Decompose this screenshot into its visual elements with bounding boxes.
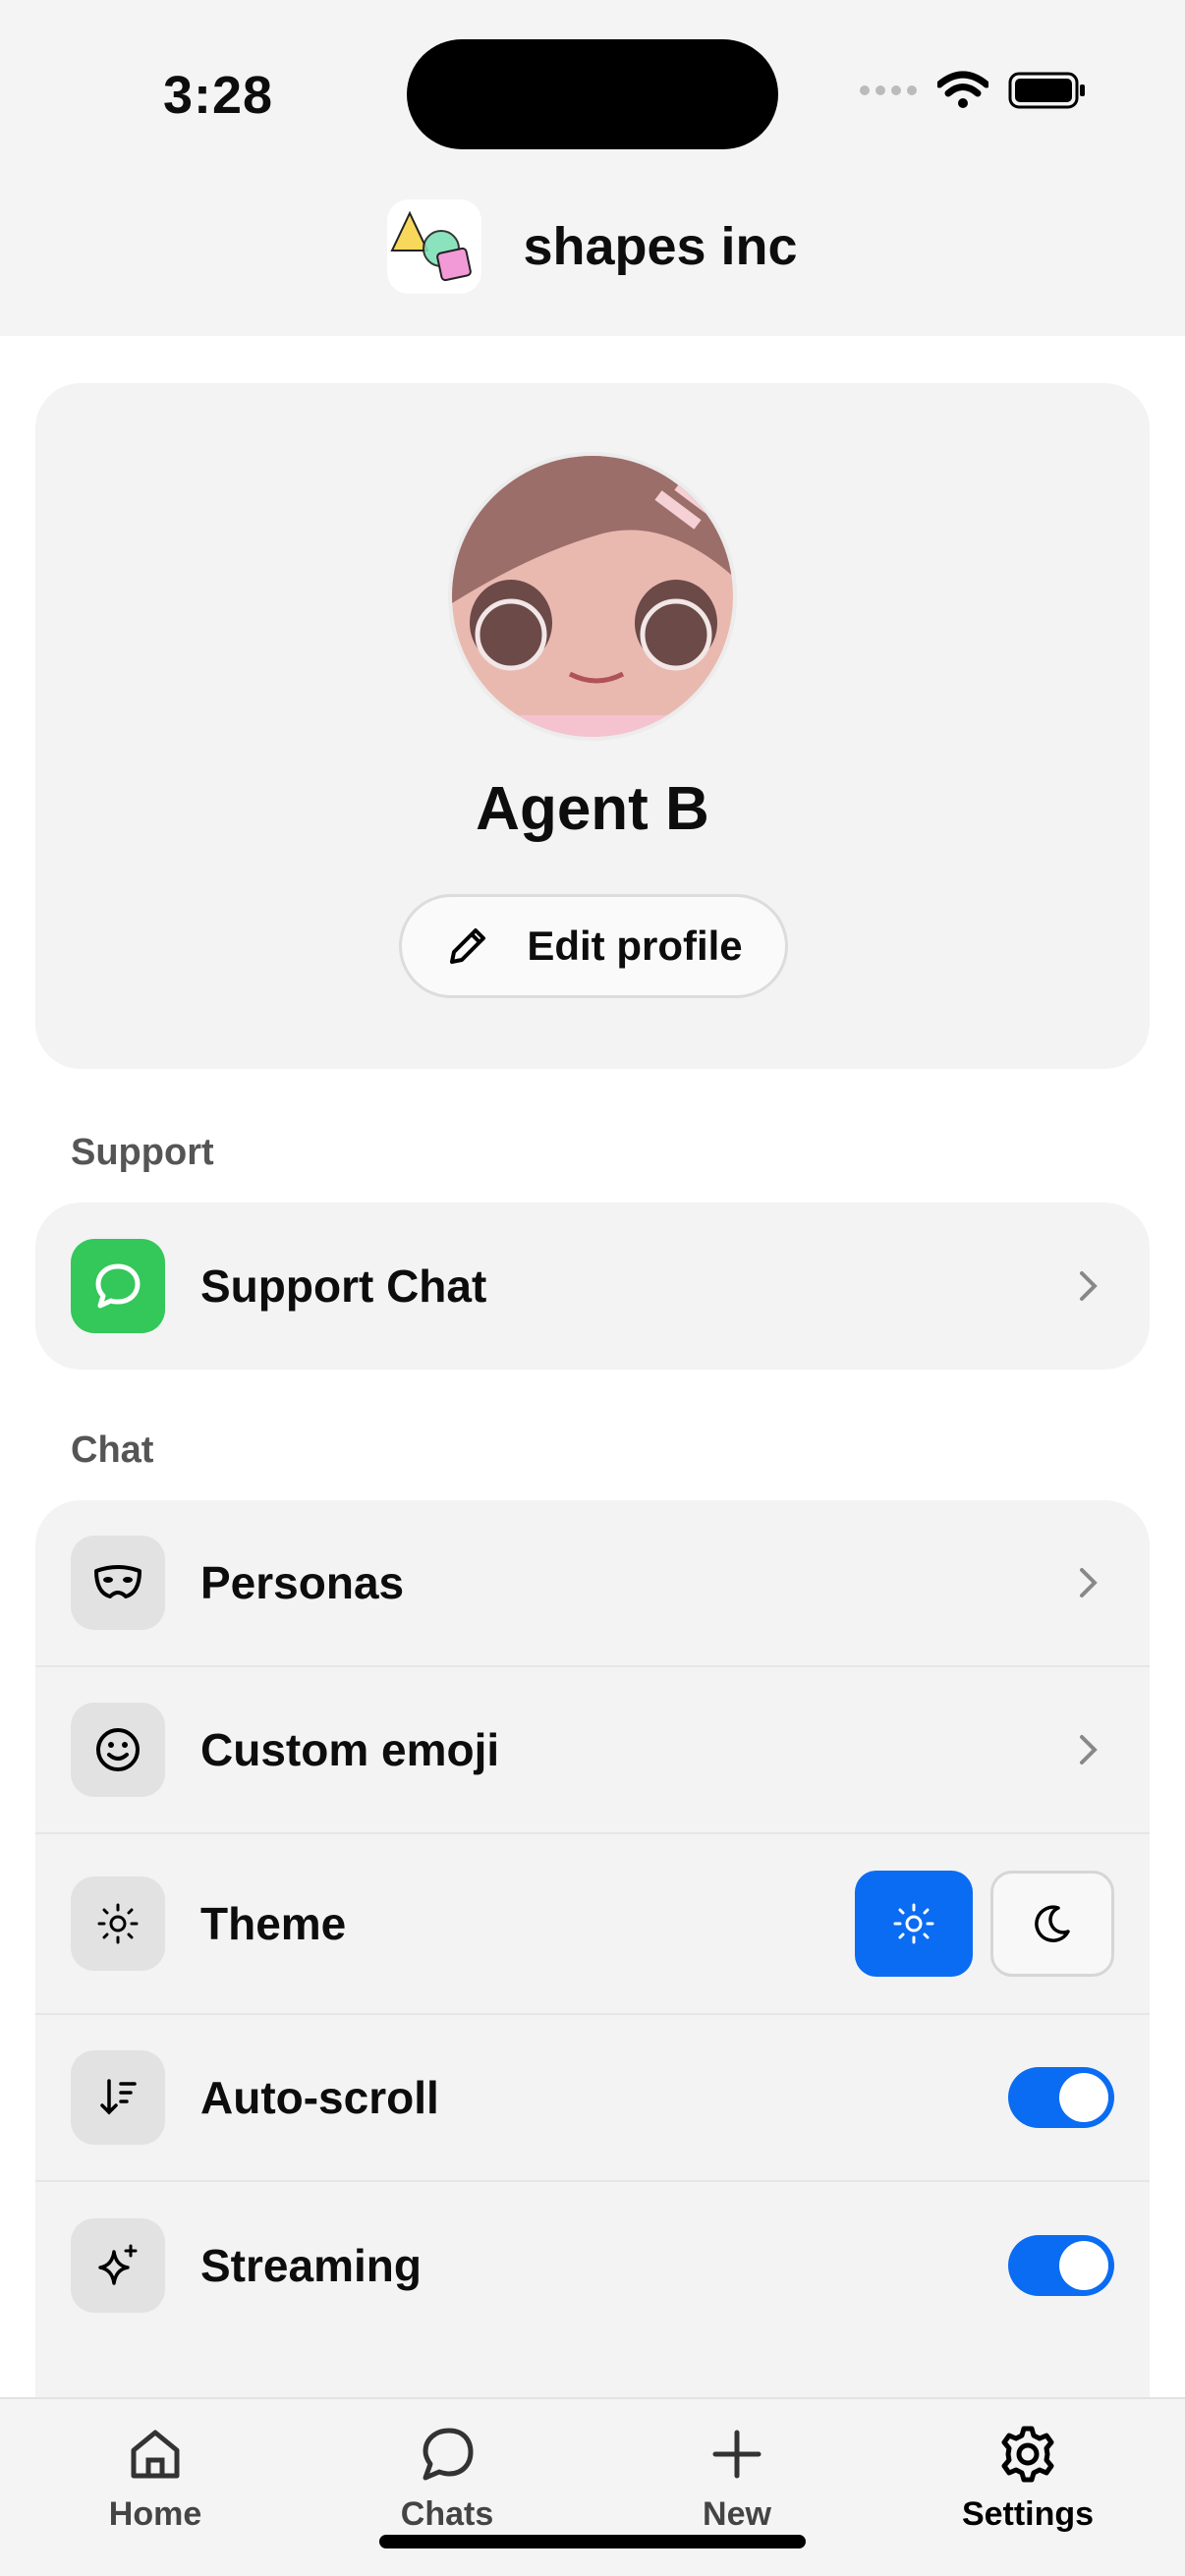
chevron-right-icon — [1080, 1271, 1098, 1301]
pencil-icon — [450, 928, 486, 964]
home-indicator[interactable] — [379, 2535, 806, 2548]
chevron-right-icon — [1080, 1735, 1098, 1764]
auto-scroll-toggle[interactable] — [1008, 2067, 1114, 2128]
row-streaming: Streaming — [35, 2182, 1150, 2349]
tab-label: Chats — [400, 2495, 494, 2533]
tab-label: New — [703, 2495, 771, 2533]
status-icons — [859, 71, 1087, 110]
theme-light-button[interactable] — [855, 1871, 973, 1977]
row-support-chat[interactable]: Support Chat — [35, 1203, 1150, 1370]
chat-group: Personas Custom emoji Theme Auto-scroll … — [35, 1500, 1150, 2409]
row-label: Support Chat — [200, 1260, 487, 1312]
wifi-icon — [937, 71, 988, 108]
app-header: shapes inc — [0, 187, 1185, 336]
moon-icon — [1035, 1905, 1070, 1942]
tab-label: Home — [108, 2495, 202, 2533]
battery-icon — [1008, 72, 1085, 109]
sort-down-icon — [71, 2050, 165, 2145]
profile-card: Agent B Edit profile — [35, 383, 1150, 1069]
sun-icon — [893, 1903, 934, 1944]
row-label: Theme — [200, 1898, 347, 1949]
status-bar: 3:28 — [0, 0, 1185, 187]
tab-home[interactable]: Home — [8, 2399, 303, 2576]
row-custom-emoji[interactable]: Custom emoji — [35, 1667, 1150, 1834]
row-label: Streaming — [200, 2240, 422, 2291]
tab-settings[interactable]: Settings — [880, 2399, 1175, 2576]
brand-name: shapes inc — [523, 217, 798, 276]
row-label: Custom emoji — [200, 1724, 500, 1775]
chat-icon — [423, 2428, 474, 2481]
brand-logo — [387, 199, 482, 294]
mask-icon — [71, 1536, 165, 1630]
streaming-toggle[interactable] — [1008, 2235, 1114, 2296]
signal-dots-icon — [860, 85, 917, 95]
chevron-right-icon — [1080, 1568, 1098, 1597]
plus-icon — [712, 2430, 762, 2479]
status-time: 3:28 — [163, 66, 274, 125]
tab-chats[interactable]: Chats — [300, 2399, 594, 2576]
avatar-illustration — [452, 456, 733, 737]
shapes-logo-icon — [390, 210, 473, 282]
chat-bubble-icon — [71, 1239, 165, 1333]
row-label: Personas — [200, 1557, 405, 1608]
edit-profile-button[interactable]: Edit profile — [399, 894, 788, 998]
row-theme: Theme — [35, 1834, 1150, 2015]
support-group: Support Chat — [35, 1203, 1150, 1370]
row-auto-scroll: Auto-scroll — [35, 2015, 1150, 2182]
home-icon — [131, 2430, 180, 2479]
section-label-chat: Chat — [71, 1429, 154, 1471]
tab-bar: Home Chats New Settings — [0, 2397, 1185, 2576]
tab-new[interactable]: New — [590, 2399, 884, 2576]
theme-dark-button[interactable] — [990, 1871, 1114, 1977]
sparkle-icon — [71, 2218, 165, 2313]
profile-name: Agent B — [476, 775, 709, 843]
dynamic-island — [407, 39, 778, 149]
sun-icon — [71, 1876, 165, 1971]
row-label: Auto-scroll — [200, 2072, 439, 2123]
tab-label: Settings — [961, 2495, 1095, 2533]
gear-icon — [1001, 2426, 1054, 2483]
edit-profile-label: Edit profile — [527, 923, 743, 969]
avatar[interactable] — [448, 452, 737, 741]
section-label-support: Support — [71, 1132, 214, 1173]
row-personas[interactable]: Personas — [35, 1500, 1150, 1667]
smiley-icon — [71, 1703, 165, 1797]
